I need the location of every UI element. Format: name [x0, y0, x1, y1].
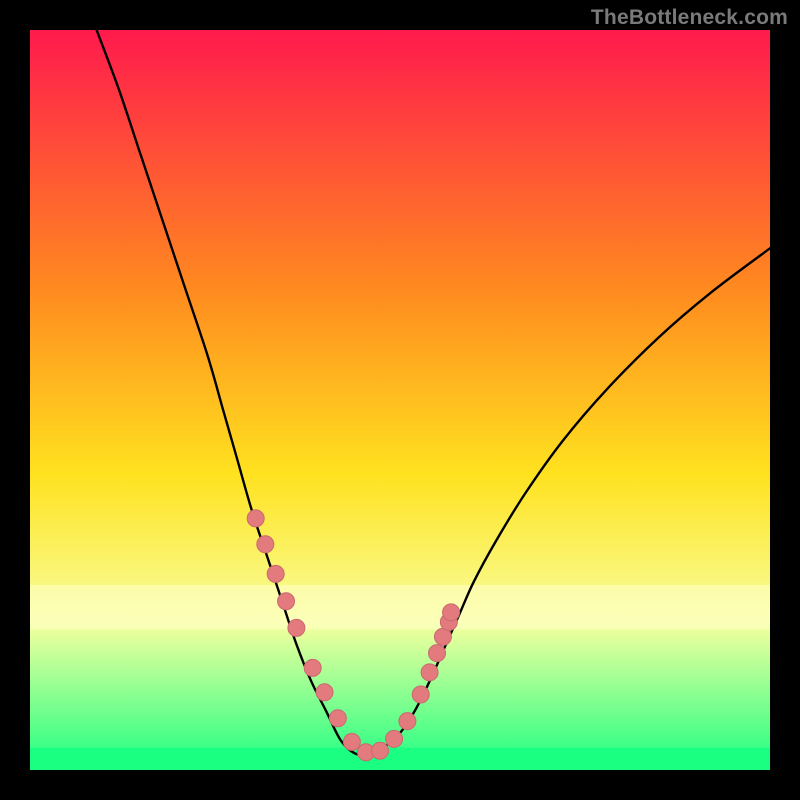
curve-marker — [421, 664, 438, 681]
curve-marker — [247, 510, 264, 527]
plot-svg — [30, 30, 770, 770]
curve-marker — [304, 659, 321, 676]
curve-marker — [429, 645, 446, 662]
curve-marker — [288, 619, 305, 636]
curve-marker — [399, 713, 416, 730]
curve-marker — [443, 604, 460, 621]
curve-marker — [412, 686, 429, 703]
curve-marker — [343, 733, 360, 750]
gradient-background — [30, 30, 770, 770]
pale-yellow-band — [30, 585, 770, 629]
plot-area — [30, 30, 770, 770]
curve-marker — [329, 710, 346, 727]
chart-stage: TheBottleneck.com — [0, 0, 800, 800]
curve-marker — [316, 684, 333, 701]
curve-marker — [267, 565, 284, 582]
green-band — [30, 748, 770, 770]
watermark-text: TheBottleneck.com — [591, 6, 788, 30]
curve-marker — [278, 593, 295, 610]
curve-marker — [372, 742, 389, 759]
curve-marker — [257, 536, 274, 553]
curve-marker — [386, 730, 403, 747]
